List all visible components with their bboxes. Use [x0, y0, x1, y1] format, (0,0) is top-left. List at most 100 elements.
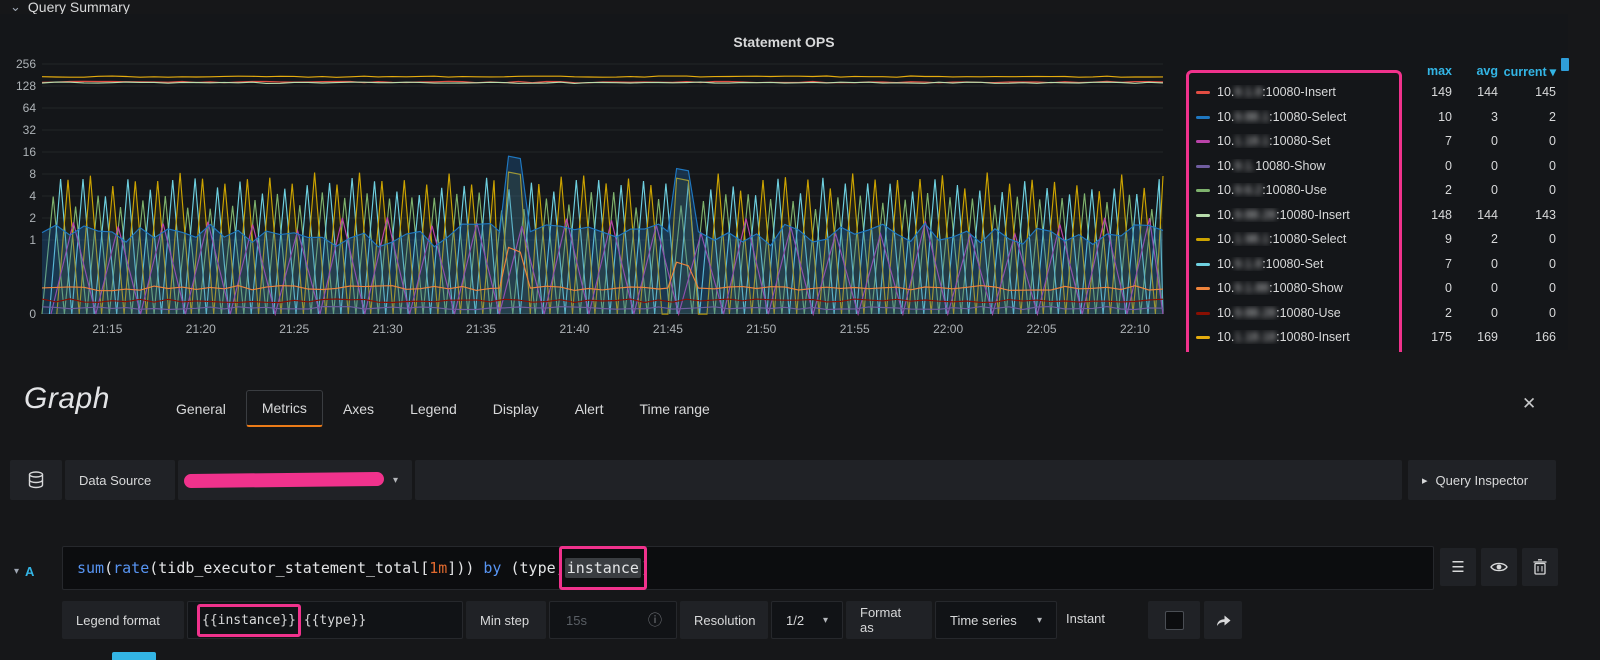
- y-tick-label: 2: [29, 211, 36, 225]
- tab-axes[interactable]: Axes: [327, 391, 390, 427]
- caret-right-icon: ▸: [1422, 474, 1428, 487]
- legend-format-input[interactable]: {{instance}} {{type}}: [187, 601, 463, 639]
- legend-row[interactable]: 10.1.98.1:10080-Select 9 2 0: [1196, 227, 1560, 252]
- legend-row[interactable]: 10.9.1.8:10080-Insert 149 144 145: [1196, 80, 1560, 105]
- x-tick-label: 22:10: [1119, 322, 1150, 336]
- eye-icon: [1490, 562, 1508, 572]
- tab-metrics[interactable]: Metrics: [245, 390, 323, 427]
- series-avg: 169: [1477, 330, 1498, 345]
- tab-alert[interactable]: Alert: [559, 391, 620, 427]
- instant-checkbox-cell: [1148, 601, 1200, 639]
- series-current: 0: [1549, 256, 1556, 271]
- series-name[interactable]: 10.9.88.28:10080-Use: [1196, 306, 1408, 320]
- legend-row[interactable]: 10.9.1.10080-Show 0 0 0: [1196, 154, 1560, 179]
- query-ref-letter: A: [25, 563, 35, 579]
- series-current: 0: [1549, 183, 1556, 198]
- resolution-label: Resolution: [680, 601, 768, 639]
- query-token: 1m: [429, 559, 448, 577]
- format-as-select[interactable]: Time series ▾: [935, 601, 1057, 639]
- sort-caret-icon: ▾: [1549, 64, 1556, 79]
- panel-title[interactable]: Statement OPS: [0, 34, 1568, 50]
- database-icon: [28, 471, 44, 489]
- min-step-input[interactable]: [564, 611, 648, 629]
- hamburger-menu-icon: ☰: [1451, 559, 1465, 576]
- series-line: [41, 75, 1164, 78]
- legend-scroll-thumb[interactable]: [1561, 58, 1569, 71]
- y-tick-label: 32: [22, 123, 36, 137]
- close-icon[interactable]: ✕: [1522, 394, 1536, 414]
- tab-general[interactable]: General: [160, 391, 242, 427]
- legend-format-type-token: {{type}}: [295, 612, 367, 628]
- x-tick-label: 21:55: [839, 322, 870, 336]
- x-tick-label: 21:25: [279, 322, 310, 336]
- y-tick-label: 4: [29, 189, 36, 203]
- min-step-field[interactable]: ⓘ: [549, 601, 677, 639]
- x-tick-label: 21:45: [652, 322, 683, 336]
- series-avg: 0: [1491, 134, 1498, 149]
- query-expression-field[interactable]: sum(rate(tidb_executor_statement_total[1…: [62, 546, 1434, 590]
- legend-row[interactable]: 10.1.18.1:10080-Set 7 0 0: [1196, 129, 1560, 154]
- query-menu-button[interactable]: ☰: [1440, 548, 1476, 586]
- legend-row[interactable]: 10.9.88.28:10080-Use 2 0 0: [1196, 301, 1560, 326]
- series-color-dash: [1196, 262, 1210, 266]
- instant-label: Instant: [1066, 611, 1106, 626]
- series-name[interactable]: 10.9.6.2:10080-Use: [1196, 183, 1408, 197]
- query-ref[interactable]: ▾ A: [14, 558, 34, 584]
- query-delete-button[interactable]: [1522, 548, 1558, 586]
- series-name[interactable]: 10.9.1.8:10080-Set: [1196, 257, 1408, 271]
- tab-time-range[interactable]: Time range: [623, 391, 725, 427]
- series-max: 7: [1445, 256, 1452, 271]
- query-token: (: [104, 559, 114, 577]
- query-disable-button[interactable]: [1481, 548, 1517, 586]
- panel-type-title: Graph: [24, 382, 110, 415]
- series-current: 2: [1549, 109, 1556, 124]
- series-name[interactable]: 10.9.88.28:10080-Insert: [1196, 208, 1408, 222]
- tab-legend[interactable]: Legend: [394, 391, 473, 427]
- query-inspector-button[interactable]: ▸ Query Inspector: [1408, 460, 1556, 500]
- legend-row[interactable]: 10.9.6.2:10080-Use 2 0 0: [1196, 178, 1560, 203]
- series-name[interactable]: 10.1.18.18:10080-Insert: [1196, 330, 1408, 344]
- series-name[interactable]: 10.9.1.10080-Show: [1196, 159, 1408, 173]
- legend-header-max[interactable]: max: [1408, 64, 1452, 78]
- series-name[interactable]: 10.1.98.1:10080-Select: [1196, 232, 1408, 246]
- legend-row[interactable]: 10.9.88.1:10080-Select 10 3 2: [1196, 105, 1560, 130]
- series-name[interactable]: 10.9.88.1:10080-Select: [1196, 110, 1408, 124]
- y-tick-label: 8: [29, 167, 36, 181]
- series-avg: 3: [1491, 109, 1498, 124]
- series-color-dash: [1196, 115, 1210, 119]
- share-query-button[interactable]: [1204, 601, 1242, 639]
- graph-canvas[interactable]: [41, 63, 1164, 317]
- series-name[interactable]: 10.9.1.8:10080-Insert: [1196, 85, 1408, 99]
- datasource-dropdown[interactable]: ▾: [178, 460, 412, 500]
- tab-display[interactable]: Display: [477, 391, 555, 427]
- y-tick-label: 16: [22, 145, 36, 159]
- trash-icon: [1533, 559, 1547, 575]
- series-max: 0: [1445, 281, 1452, 296]
- series-avg: 144: [1477, 85, 1498, 100]
- query-token: (: [149, 559, 159, 577]
- resolution-select[interactable]: 1/2 ▾: [771, 601, 843, 639]
- legend-row[interactable]: 10.9.1.88:10080-Show 0 0 0: [1196, 276, 1560, 301]
- series-max: 2: [1445, 305, 1452, 320]
- query-token: tidb_executor_statement_total: [158, 559, 421, 577]
- x-tick-label: 21:35: [466, 322, 497, 336]
- legend-row[interactable]: 10.9.88.28:10080-Insert 148 144 143: [1196, 203, 1560, 228]
- series-max: 7: [1445, 134, 1452, 149]
- instant-checkbox[interactable]: [1164, 610, 1184, 630]
- info-icon[interactable]: ⓘ: [648, 610, 662, 630]
- x-tick-label: 22:05: [1026, 322, 1057, 336]
- series-name[interactable]: 10.9.1.88:10080-Show: [1196, 281, 1408, 295]
- legend-header-avg[interactable]: avg: [1452, 64, 1498, 78]
- panel-editor: Graph General Metrics Axes Legend Display Ale…: [0, 352, 1600, 660]
- legend-row[interactable]: 10.1.18.18:10080-Insert 175 169 166: [1196, 325, 1560, 350]
- series-avg: 0: [1491, 281, 1498, 296]
- series-avg: 0: [1491, 256, 1498, 271]
- graph-panel: Statement OPS max avg current ▾ 10.9.1.8:…: [0, 14, 1568, 372]
- series-current: 0: [1549, 232, 1556, 247]
- legend-header-current[interactable]: current ▾: [1498, 64, 1556, 79]
- legend-row[interactable]: 10.9.1.8:10080-Set 7 0 0: [1196, 252, 1560, 277]
- series-name[interactable]: 10.1.18.1:10080-Set: [1196, 134, 1408, 148]
- series-current: 143: [1535, 207, 1556, 222]
- datasource-icon-button[interactable]: [10, 460, 62, 500]
- query-token: [: [420, 559, 430, 577]
